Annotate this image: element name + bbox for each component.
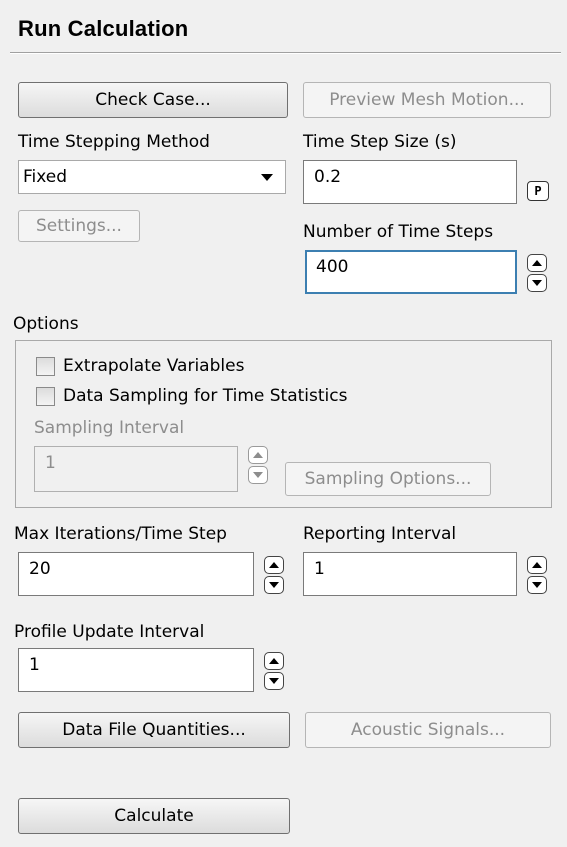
triangle-down-icon: [269, 582, 279, 588]
sampling-interval-label: Sampling Interval: [34, 418, 185, 438]
triangle-up-icon: [269, 562, 279, 568]
data-sampling-label: Data Sampling for Time Statistics: [63, 386, 348, 406]
triangle-up-icon: [269, 658, 279, 664]
check-case-button[interactable]: Check Case...: [18, 82, 288, 118]
acoustic-signals-button[interactable]: Acoustic Signals...: [305, 712, 551, 748]
spinner-up-button[interactable]: [248, 446, 268, 464]
profile-update-interval-input[interactable]: 1: [18, 648, 254, 692]
reporting-interval-label: Reporting Interval: [303, 524, 457, 544]
settings-button[interactable]: Settings...: [18, 210, 140, 242]
spinner-up-button[interactable]: [527, 556, 547, 574]
number-of-time-steps-spinner[interactable]: [527, 254, 547, 292]
sampling-options-button[interactable]: Sampling Options...: [285, 462, 491, 496]
triangle-down-icon: [532, 280, 542, 286]
profile-update-interval-spinner[interactable]: [264, 652, 284, 690]
triangle-up-icon: [532, 260, 542, 266]
profile-update-interval-label: Profile Update Interval: [14, 622, 205, 642]
chevron-down-icon: [261, 174, 273, 181]
data-file-quantities-button[interactable]: Data File Quantities...: [18, 712, 290, 748]
triangle-up-icon: [532, 562, 542, 568]
spinner-up-button[interactable]: [264, 556, 284, 574]
max-iterations-input[interactable]: 20: [18, 552, 254, 596]
triangle-down-icon: [532, 582, 542, 588]
sampling-interval-spinner[interactable]: [248, 446, 268, 484]
spinner-down-button[interactable]: [264, 576, 284, 594]
triangle-up-icon: [253, 452, 263, 458]
calculate-button[interactable]: Calculate: [18, 798, 290, 834]
spinner-up-button[interactable]: [527, 254, 547, 272]
options-label: Options: [13, 314, 79, 334]
spinner-down-button[interactable]: [248, 466, 268, 484]
time-stepping-method-label: Time Stepping Method: [18, 132, 210, 152]
data-sampling-checkbox-row[interactable]: Data Sampling for Time Statistics: [36, 386, 347, 406]
spinner-down-button[interactable]: [264, 672, 284, 690]
spinner-down-button[interactable]: [527, 576, 547, 594]
preview-mesh-motion-button[interactable]: Preview Mesh Motion...: [303, 82, 551, 118]
data-sampling-checkbox[interactable]: [36, 386, 55, 406]
extrapolate-variables-checkbox[interactable]: [36, 356, 55, 376]
max-iterations-label: Max Iterations/Time Step: [14, 524, 227, 544]
time-step-size-label: Time Step Size (s): [303, 132, 457, 152]
max-iterations-spinner[interactable]: [264, 556, 284, 594]
spinner-up-button[interactable]: [264, 652, 284, 670]
title-divider: [10, 52, 561, 54]
time-stepping-method-value: Fixed: [23, 167, 68, 187]
number-of-time-steps-label: Number of Time Steps: [303, 222, 494, 242]
reporting-interval-input[interactable]: 1: [303, 552, 517, 596]
panel-title: Run Calculation: [18, 16, 189, 41]
triangle-down-icon: [253, 472, 263, 478]
reporting-interval-spinner[interactable]: [527, 556, 547, 594]
time-stepping-method-dropdown[interactable]: Fixed: [18, 160, 286, 194]
sampling-interval-input[interactable]: 1: [34, 446, 238, 492]
extrapolate-variables-checkbox-row[interactable]: Extrapolate Variables: [36, 356, 244, 376]
time-step-size-input[interactable]: 0.2: [303, 160, 517, 204]
extrapolate-variables-label: Extrapolate Variables: [63, 356, 245, 376]
spinner-down-button[interactable]: [527, 274, 547, 292]
triangle-down-icon: [269, 678, 279, 684]
parameter-icon[interactable]: P: [527, 181, 549, 201]
number-of-time-steps-input[interactable]: 400: [305, 250, 517, 294]
